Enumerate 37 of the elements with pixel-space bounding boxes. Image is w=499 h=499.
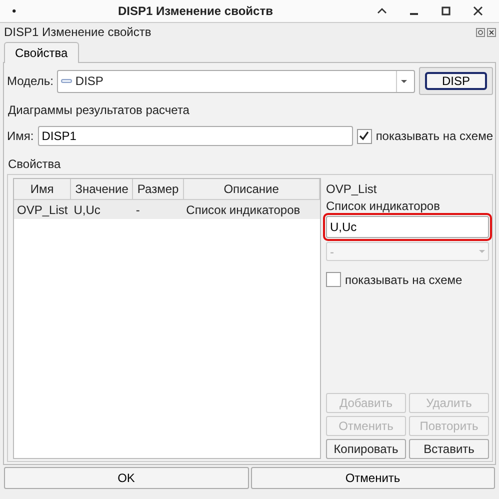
section-heading: Свойства	[8, 157, 62, 171]
column-header[interactable]: Размер	[132, 179, 184, 200]
dropdown-arrow-icon	[479, 250, 485, 253]
tab[interactable]: Свойства	[4, 42, 79, 63]
property-description: Список индикаторов	[326, 198, 441, 214]
action-button[interactable]: Вставить	[409, 439, 489, 459]
table-cell: -	[132, 200, 184, 219]
property-name: OVP_List	[326, 180, 378, 197]
value-field[interactable]: U,Uc	[326, 216, 489, 238]
name-field[interactable]: DISP1	[38, 126, 353, 146]
window-title: DISP1 Изменение свойств	[117, 4, 274, 18]
table-cell: OVP_List	[14, 200, 71, 219]
minimize-icon	[410, 13, 418, 15]
table-cell: Список индикаторов	[183, 200, 320, 219]
model-label: Модель:	[7, 74, 54, 88]
column-header[interactable]: Имя	[14, 179, 71, 200]
maximize-icon	[440, 5, 452, 17]
restore-icon	[476, 28, 485, 36]
table-cell: U,Uc	[70, 200, 133, 219]
window-menu-glyph[interactable]: •	[12, 4, 28, 18]
close-icon	[487, 28, 496, 36]
show-on-scheme-checkbox[interactable]: показывать на схеме	[356, 128, 493, 144]
section-heading: Диаграммы результатов расчета	[8, 103, 190, 117]
link-icon	[61, 77, 72, 85]
model-button[interactable]: DISP	[425, 72, 487, 90]
show-on-scheme-checkbox[interactable]: показывать на схеме	[326, 272, 489, 287]
model-dropdown[interactable]: DISP	[57, 70, 415, 92]
name-label: Имя:	[7, 129, 34, 143]
dialog-button[interactable]: Отменить	[250, 467, 495, 489]
column-header[interactable]: Значение	[70, 179, 133, 200]
dialog-button[interactable]: OK	[4, 467, 248, 489]
close-icon	[472, 5, 484, 17]
dropdown-arrow-icon	[401, 80, 407, 82]
checkmark-icon	[358, 130, 370, 142]
column-header[interactable]: Описание	[183, 179, 320, 200]
dialog-title: DISP1 Изменение свойств	[4, 25, 152, 39]
action-button[interactable]: Копировать	[326, 439, 406, 459]
